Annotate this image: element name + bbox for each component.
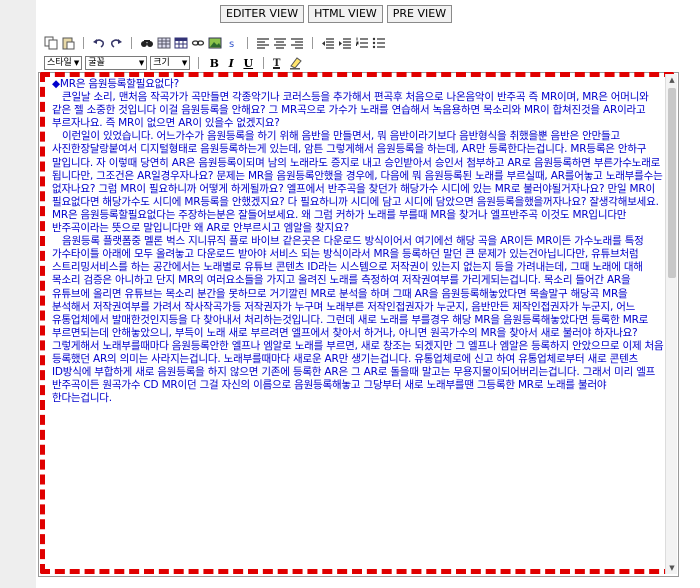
content-paragraph: 이런일이 있었습니다. 어느가수가 음원등록을 하기 위해 음반을 만들면서, …: [52, 130, 663, 235]
toolbar-divider: [312, 37, 313, 49]
font-face-select[interactable]: 굴꼴 ▼: [85, 56, 148, 70]
chevron-down-icon: ▼: [181, 59, 188, 67]
toolbar-divider: [247, 37, 248, 49]
editor-toolbar-top: s: [44, 34, 386, 52]
scroll-up-icon[interactable]: ▲: [666, 74, 678, 86]
editor-view-button[interactable]: EDITER VIEW: [220, 5, 305, 23]
editor-vertical-scrollbar[interactable]: ▲ ▼: [665, 74, 677, 574]
ordered-list-icon[interactable]: [355, 36, 369, 50]
find-icon[interactable]: [140, 36, 154, 50]
html-view-button[interactable]: HTML VIEW: [308, 5, 383, 23]
copy-icon[interactable]: [44, 36, 58, 50]
toolbar-divider: [83, 37, 84, 49]
font-size-select[interactable]: 크기 ▼: [150, 56, 191, 70]
undo-icon[interactable]: [92, 36, 106, 50]
content-paragraph: 큰일날 소리, 맨처음 작곡가가 곡만들면 각종악기나 코러스등을 추가해서 편…: [52, 91, 649, 130]
image-grid-icon[interactable]: [157, 36, 171, 50]
font-style-select[interactable]: 스타일 ▼: [44, 56, 83, 70]
highlight-color-icon[interactable]: [289, 56, 303, 70]
link-icon[interactable]: [191, 36, 205, 50]
view-mode-bar: EDITER VIEW HTML VIEW PRE VIEW: [220, 5, 453, 23]
font-size-value: 크기: [153, 58, 170, 68]
pre-view-button[interactable]: PRE VIEW: [386, 5, 453, 23]
flash-icon[interactable]: s: [225, 36, 239, 50]
redo-icon[interactable]: [109, 36, 123, 50]
content-paragraph: 음원등록 플랫폼중 멜론 벅스 지니뮤직 플로 바이브 같은곳은 다운로드 방식…: [52, 235, 664, 405]
chevron-down-icon: ▼: [138, 59, 145, 67]
left-margin: [0, 0, 36, 588]
paste-icon[interactable]: [61, 36, 75, 50]
editor-content[interactable]: ◆MR은 음원등록할필요없다? 큰일날 소리, 맨처음 작곡가가 곡만들면 각종…: [52, 78, 664, 405]
table-icon[interactable]: [174, 36, 188, 50]
text-color-icon[interactable]: T: [272, 56, 286, 70]
chevron-down-icon: ▼: [73, 59, 80, 67]
font-face-value: 굴꼴: [88, 58, 105, 68]
underline-button[interactable]: U: [241, 57, 255, 70]
svg-text:s: s: [229, 39, 234, 50]
editor-toolbar-format: 스타일 ▼ 굴꼴 ▼ 크기 ▼ B I U T: [44, 55, 303, 71]
content-title-line: ◆MR은 음원등록할필요없다?: [52, 78, 179, 90]
toolbar-divider: [198, 57, 200, 69]
font-style-value: 스타일: [47, 58, 72, 68]
outdent-icon[interactable]: [321, 36, 335, 50]
align-right-icon[interactable]: [290, 36, 304, 50]
indent-icon[interactable]: [338, 36, 352, 50]
insert-image-icon[interactable]: [208, 36, 222, 50]
align-left-icon[interactable]: [256, 36, 270, 50]
scrollbar-thumb[interactable]: [668, 88, 676, 278]
toolbar-divider: [131, 37, 132, 49]
align-center-icon[interactable]: [273, 36, 287, 50]
bold-button[interactable]: B: [207, 57, 221, 70]
toolbar-divider: [263, 57, 265, 69]
scroll-down-icon[interactable]: ▼: [666, 562, 678, 574]
bullet-list-icon[interactable]: [372, 36, 386, 50]
italic-button[interactable]: I: [224, 57, 238, 70]
